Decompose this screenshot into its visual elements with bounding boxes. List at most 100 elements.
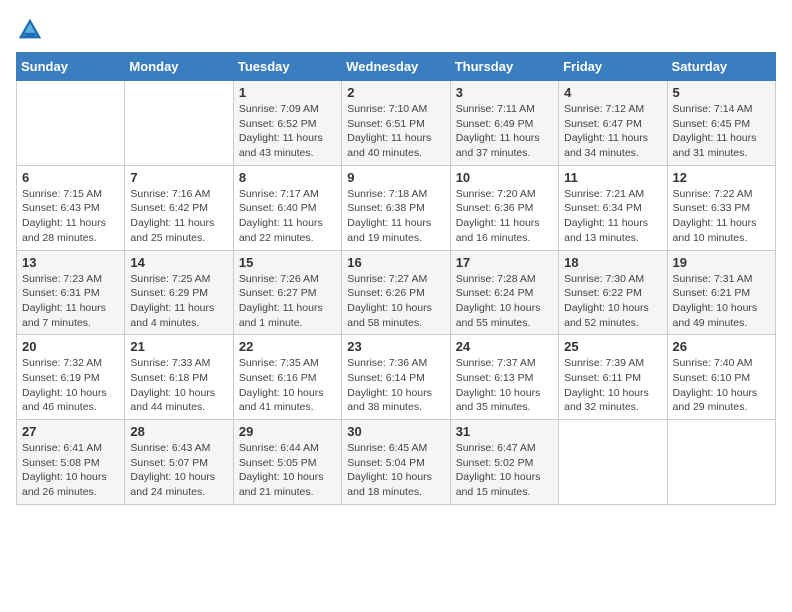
day-number: 18 <box>564 255 661 270</box>
calendar-day: 3Sunrise: 7:11 AMSunset: 6:49 PMDaylight… <box>450 81 558 166</box>
calendar-day <box>667 420 775 505</box>
day-info: Sunrise: 7:25 AMSunset: 6:29 PMDaylight:… <box>130 272 227 331</box>
calendar-day: 27 Sunrise: 6:41 AMSunset: 5:08 PMDayligh… <box>17 420 125 505</box>
day-info: Sunrise: 7:10 AMSunset: 6:51 PMDaylight:… <box>347 102 444 161</box>
calendar-day: 11 Sunrise: 7:21 AMSunset: 6:34 PMDayligh… <box>559 165 667 250</box>
day-info: Sunrise: 7:12 AMSunset: 6:47 PMDaylight:… <box>564 102 661 161</box>
weekday-header-wednesday: Wednesday <box>342 53 450 81</box>
calendar-day: 20 Sunrise: 7:32 AMSunset: 6:19 PMDayligh… <box>17 335 125 420</box>
day-number: 15 <box>239 255 336 270</box>
calendar-week-2: 6 Sunrise: 7:15 AMSunset: 6:43 PMDaylight… <box>17 165 776 250</box>
day-info: Sunrise: 7:17 AMSunset: 6:40 PMDaylight:… <box>239 187 336 246</box>
day-number: 3 <box>456 85 553 100</box>
day-info: Sunrise: 6:44 AMSunset: 5:05 PMDaylight:… <box>239 441 336 500</box>
day-number: 4 <box>564 85 661 100</box>
calendar-day: 29 Sunrise: 6:44 AMSunset: 5:05 PMDayligh… <box>233 420 341 505</box>
calendar-day: 30 Sunrise: 6:45 AMSunset: 5:04 PMDayligh… <box>342 420 450 505</box>
day-number: 20 <box>22 339 119 354</box>
calendar-day: 7 Sunrise: 7:16 AMSunset: 6:42 PMDaylight… <box>125 165 233 250</box>
weekday-header-friday: Friday <box>559 53 667 81</box>
day-number: 29 <box>239 424 336 439</box>
day-number: 24 <box>456 339 553 354</box>
day-number: 31 <box>456 424 553 439</box>
calendar-day: 17 Sunrise: 7:28 AMSunset: 6:24 PMDayligh… <box>450 250 558 335</box>
day-number: 19 <box>673 255 770 270</box>
calendar-day: 19 Sunrise: 7:31 AMSunset: 6:21 PMDayligh… <box>667 250 775 335</box>
calendar-day <box>17 81 125 166</box>
day-number: 7 <box>130 170 227 185</box>
day-number: 23 <box>347 339 444 354</box>
day-info: Sunrise: 7:20 AMSunset: 6:36 PMDaylight:… <box>456 187 553 246</box>
day-number: 8 <box>239 170 336 185</box>
day-info: Sunrise: 7:18 AMSunset: 6:38 PMDaylight:… <box>347 187 444 246</box>
day-info: Sunrise: 7:32 AMSunset: 6:19 PMDaylight:… <box>22 356 119 415</box>
calendar-table: SundayMondayTuesdayWednesdayThursdayFrid… <box>16 52 776 505</box>
calendar-day: 2 Sunrise: 7:10 AMSunset: 6:51 PMDaylight… <box>342 81 450 166</box>
day-number: 17 <box>456 255 553 270</box>
day-number: 28 <box>130 424 227 439</box>
calendar-day: 18Sunrise: 7:30 AMSunset: 6:22 PMDayligh… <box>559 250 667 335</box>
day-info: Sunrise: 7:15 AMSunset: 6:43 PMDaylight:… <box>22 187 119 246</box>
day-info: Sunrise: 6:45 AMSunset: 5:04 PMDaylight:… <box>347 441 444 500</box>
day-info: Sunrise: 7:21 AMSunset: 6:34 PMDaylight:… <box>564 187 661 246</box>
day-info: Sunrise: 7:23 AMSunset: 6:31 PMDaylight:… <box>22 272 119 331</box>
weekday-header-saturday: Saturday <box>667 53 775 81</box>
calendar-day: 13 Sunrise: 7:23 AMSunset: 6:31 PMDayligh… <box>17 250 125 335</box>
calendar-day: 6 Sunrise: 7:15 AMSunset: 6:43 PMDaylight… <box>17 165 125 250</box>
day-number: 25 <box>564 339 661 354</box>
day-number: 10 <box>456 170 553 185</box>
calendar-day <box>559 420 667 505</box>
calendar-week-1: 1Sunrise: 7:09 AMSunset: 6:52 PMDaylight… <box>17 81 776 166</box>
calendar-day <box>125 81 233 166</box>
calendar-day: 24 Sunrise: 7:37 AMSunset: 6:13 PMDayligh… <box>450 335 558 420</box>
day-number: 12 <box>673 170 770 185</box>
calendar-day: 1Sunrise: 7:09 AMSunset: 6:52 PMDaylight… <box>233 81 341 166</box>
calendar-day: 15Sunrise: 7:26 AMSunset: 6:27 PMDayligh… <box>233 250 341 335</box>
day-info: Sunrise: 7:35 AMSunset: 6:16 PMDaylight:… <box>239 356 336 415</box>
day-info: Sunrise: 7:27 AMSunset: 6:26 PMDaylight:… <box>347 272 444 331</box>
day-number: 16 <box>347 255 444 270</box>
day-info: Sunrise: 7:39 AMSunset: 6:11 PMDaylight:… <box>564 356 661 415</box>
calendar-day: 14Sunrise: 7:25 AMSunset: 6:29 PMDayligh… <box>125 250 233 335</box>
day-info: Sunrise: 7:40 AMSunset: 6:10 PMDaylight:… <box>673 356 770 415</box>
calendar-day: 31Sunrise: 6:47 AMSunset: 5:02 PMDayligh… <box>450 420 558 505</box>
day-number: 27 <box>22 424 119 439</box>
calendar-day: 22 Sunrise: 7:35 AMSunset: 6:16 PMDayligh… <box>233 335 341 420</box>
day-number: 13 <box>22 255 119 270</box>
day-info: Sunrise: 7:28 AMSunset: 6:24 PMDaylight:… <box>456 272 553 331</box>
logo <box>16 16 48 44</box>
weekday-header-sunday: Sunday <box>17 53 125 81</box>
calendar-week-5: 27 Sunrise: 6:41 AMSunset: 5:08 PMDayligh… <box>17 420 776 505</box>
day-info: Sunrise: 7:31 AMSunset: 6:21 PMDaylight:… <box>673 272 770 331</box>
day-info: Sunrise: 6:41 AMSunset: 5:08 PMDaylight:… <box>22 441 119 500</box>
weekday-header-tuesday: Tuesday <box>233 53 341 81</box>
day-number: 9 <box>347 170 444 185</box>
day-info: Sunrise: 7:14 AMSunset: 6:45 PMDaylight:… <box>673 102 770 161</box>
day-number: 5 <box>673 85 770 100</box>
day-number: 6 <box>22 170 119 185</box>
day-info: Sunrise: 7:22 AMSunset: 6:33 PMDaylight:… <box>673 187 770 246</box>
calendar-week-4: 20 Sunrise: 7:32 AMSunset: 6:19 PMDayligh… <box>17 335 776 420</box>
day-info: Sunrise: 7:36 AMSunset: 6:14 PMDaylight:… <box>347 356 444 415</box>
day-number: 30 <box>347 424 444 439</box>
day-number: 11 <box>564 170 661 185</box>
calendar-day: 16 Sunrise: 7:27 AMSunset: 6:26 PMDayligh… <box>342 250 450 335</box>
calendar-day: 21Sunrise: 7:33 AMSunset: 6:18 PMDayligh… <box>125 335 233 420</box>
weekday-header-monday: Monday <box>125 53 233 81</box>
calendar-day: 23 Sunrise: 7:36 AMSunset: 6:14 PMDayligh… <box>342 335 450 420</box>
day-info: Sunrise: 7:09 AMSunset: 6:52 PMDaylight:… <box>239 102 336 161</box>
day-number: 22 <box>239 339 336 354</box>
day-info: Sunrise: 7:37 AMSunset: 6:13 PMDaylight:… <box>456 356 553 415</box>
day-number: 2 <box>347 85 444 100</box>
calendar-day: 9 Sunrise: 7:18 AMSunset: 6:38 PMDaylight… <box>342 165 450 250</box>
calendar-body: 1Sunrise: 7:09 AMSunset: 6:52 PMDaylight… <box>17 81 776 505</box>
day-info: Sunrise: 7:16 AMSunset: 6:42 PMDaylight:… <box>130 187 227 246</box>
calendar-day: 8 Sunrise: 7:17 AMSunset: 6:40 PMDaylight… <box>233 165 341 250</box>
day-info: Sunrise: 6:43 AMSunset: 5:07 PMDaylight:… <box>130 441 227 500</box>
page-header <box>16 16 776 44</box>
day-number: 21 <box>130 339 227 354</box>
calendar-day: 25 Sunrise: 7:39 AMSunset: 6:11 PMDayligh… <box>559 335 667 420</box>
day-number: 26 <box>673 339 770 354</box>
calendar-day: 10 Sunrise: 7:20 AMSunset: 6:36 PMDayligh… <box>450 165 558 250</box>
logo-icon <box>16 16 44 44</box>
